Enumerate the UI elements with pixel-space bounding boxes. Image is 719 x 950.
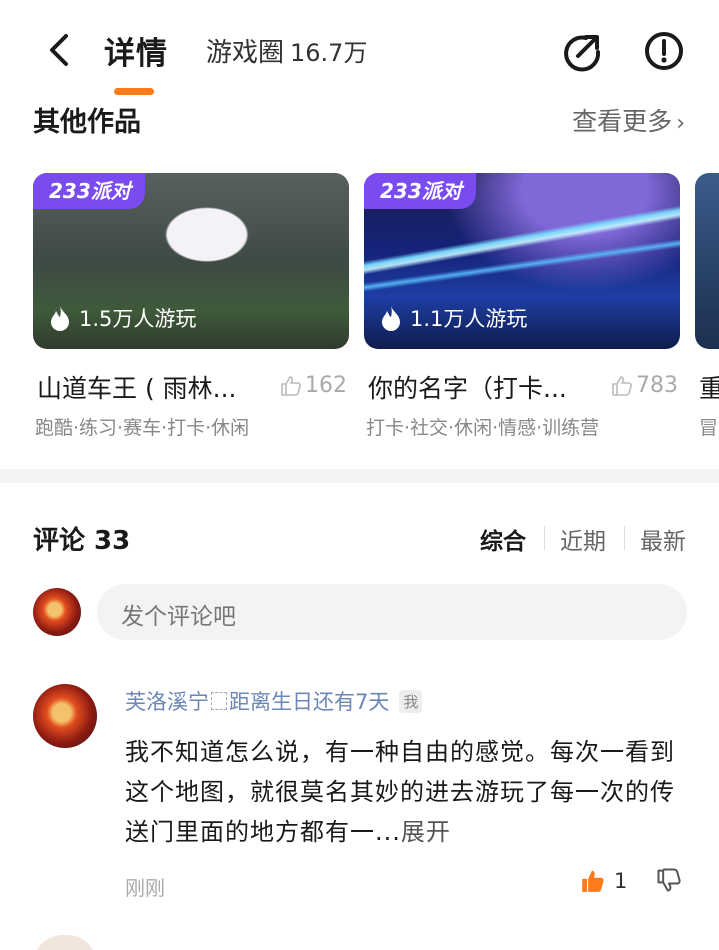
sort-separator bbox=[544, 526, 545, 550]
unknown-glyph-box bbox=[211, 692, 227, 710]
likes-count: 783 bbox=[636, 373, 678, 398]
username-prefix: 芙洛溪宁 bbox=[125, 690, 209, 714]
thumbs-up-outline-icon bbox=[612, 375, 632, 396]
comment-body: 我不知道怎么说，有一种自由的感觉。每次一看到这个地图，就很莫名其妙的进去游玩了每… bbox=[125, 732, 695, 852]
work-card[interactable]: 233派对 1.1万人游玩 你的名字（打卡... 783 打卡·社交·休闲·情感… bbox=[364, 173, 680, 439]
play-count: 1.5万人游玩 bbox=[49, 303, 196, 333]
likes-count: 162 bbox=[305, 373, 347, 398]
comments-title: 评论 33 bbox=[33, 526, 131, 556]
expand-link[interactable]: 展开 bbox=[401, 818, 451, 846]
thumbs-up-filled-icon bbox=[582, 870, 604, 892]
party-badge: 233派对 bbox=[33, 173, 145, 209]
work-thumbnail: 233派对 1.5万人游玩 bbox=[33, 173, 349, 349]
sort-option-recent[interactable]: 近期 bbox=[560, 522, 606, 556]
report-icon[interactable] bbox=[643, 30, 685, 72]
work-title: 你的名字（打卡... bbox=[368, 374, 567, 403]
avatar[interactable] bbox=[33, 684, 97, 748]
comment-input[interactable]: 发个评论吧 bbox=[97, 584, 687, 640]
comment-like-button[interactable]: 1 bbox=[580, 868, 627, 894]
avatar bbox=[33, 588, 81, 636]
sort-option-newest[interactable]: 最新 bbox=[640, 522, 686, 556]
share-icon[interactable] bbox=[562, 30, 604, 72]
view-more-label: 查看更多 bbox=[572, 107, 673, 136]
tab-game-circle[interactable]: 游戏圈 16.7万 bbox=[206, 32, 367, 69]
work-thumbnail bbox=[695, 173, 719, 349]
thumbs-up-outline-icon bbox=[281, 375, 301, 396]
flame-icon bbox=[382, 306, 400, 331]
comment-input-placeholder: 发个评论吧 bbox=[121, 604, 236, 630]
work-title: 山道车王 ( 雨林... bbox=[37, 374, 237, 403]
active-tab-indicator bbox=[114, 88, 154, 95]
comment-like-count: 1 bbox=[614, 869, 628, 893]
work-card-partial[interactable]: 重 冒 bbox=[695, 173, 719, 443]
game-circle-count: 16.7万 bbox=[290, 39, 368, 67]
work-card[interactable]: 233派对 1.5万人游玩 山道车王 ( 雨林... 162 跑酷·练习·赛车·… bbox=[33, 173, 349, 439]
back-arrow-icon[interactable] bbox=[44, 30, 76, 70]
tab-detail[interactable]: 详情 bbox=[104, 28, 168, 73]
work-tags: 冒 bbox=[699, 417, 719, 439]
flame-icon bbox=[51, 306, 69, 331]
game-circle-label: 游戏圈 bbox=[206, 38, 285, 68]
play-count-text: 1.1万人游玩 bbox=[410, 307, 528, 331]
me-tag: 我 bbox=[399, 689, 423, 713]
work-tags: 打卡·社交·休闲·情感·训练营 bbox=[366, 417, 600, 439]
play-count: 1.1万人游玩 bbox=[380, 303, 527, 333]
party-badge: 233派对 bbox=[364, 173, 476, 209]
work-likes: 162 bbox=[279, 373, 347, 398]
section-divider bbox=[0, 469, 719, 483]
view-more-link[interactable]: 查看更多 › bbox=[572, 102, 685, 138]
work-tags: 跑酷·练习·赛车·打卡·休闲 bbox=[35, 417, 250, 439]
thumbs-down-icon[interactable] bbox=[655, 866, 683, 894]
work-title: 重 bbox=[699, 374, 719, 403]
sort-option-overall[interactable]: 综合 bbox=[480, 522, 526, 556]
play-count-text: 1.5万人游玩 bbox=[79, 307, 197, 331]
chevron-right-icon: › bbox=[676, 111, 685, 136]
comment-username[interactable]: 芙洛溪宁 距离生日还有7天 我 bbox=[125, 686, 423, 716]
username-suffix: 距离生日还有7天 bbox=[229, 690, 390, 714]
work-thumbnail: 233派对 1.1万人游玩 bbox=[364, 173, 680, 349]
comment-time: 刚刚 bbox=[125, 876, 165, 900]
other-works-title: 其他作品 bbox=[33, 107, 141, 138]
sort-separator bbox=[624, 526, 625, 550]
avatar bbox=[33, 935, 97, 950]
top-bar: 详情 游戏圈 16.7万 bbox=[0, 0, 719, 96]
work-likes: 783 bbox=[610, 373, 678, 398]
